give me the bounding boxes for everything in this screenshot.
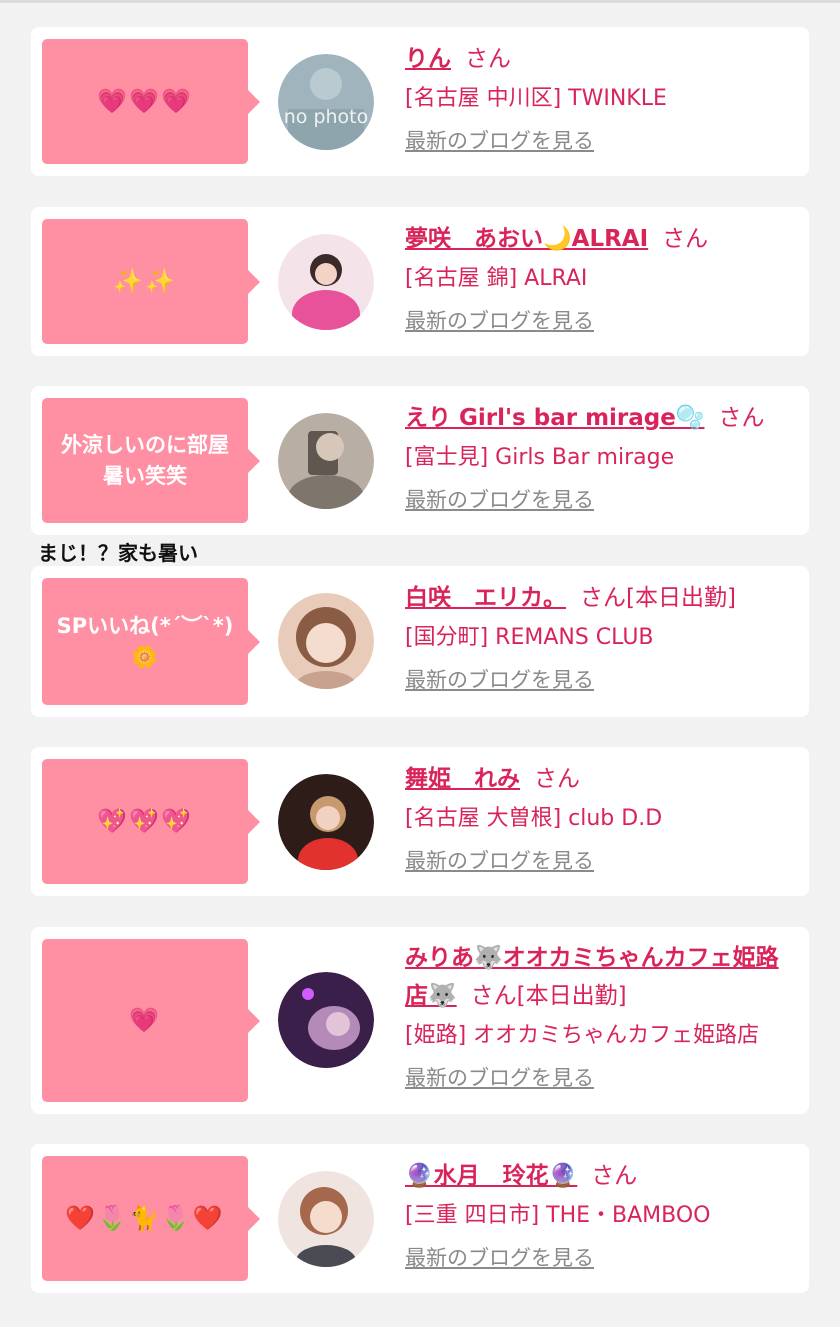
latest-blog-link[interactable]: 最新のブログを見る	[405, 306, 801, 336]
reply-comment: まじ！？家も暑い	[38, 541, 198, 565]
avatar-image	[278, 234, 374, 330]
bubble-text: SPいいね(*´︶`*)🌼	[56, 613, 234, 669]
comment-bubble: ✨✨	[42, 219, 260, 344]
store-info: [名古屋 大曽根] club D.D	[405, 806, 663, 831]
work-status: [本日出勤]	[516, 983, 627, 1009]
blog-card: 外涼しいのに部屋暑い笑笑 えり Girl's bar mirage🫧 さん [富士…	[31, 386, 809, 535]
cast-name-link[interactable]: 🔮水月 玲花🔮	[405, 1163, 577, 1189]
bubble-text: 💗💗💗	[97, 87, 193, 115]
comment-bubble: 💖💖💖	[42, 759, 260, 884]
latest-blog-link[interactable]: 最新のブログを見る	[405, 1063, 801, 1093]
comment-bubble: 💗	[42, 939, 260, 1102]
store-info: [名古屋 中川区] TWINKLE	[405, 86, 667, 111]
cast-name-line: りん さん	[405, 41, 801, 78]
avatar-image	[278, 774, 374, 870]
avatar-image	[278, 593, 374, 689]
avatar[interactable]: no photo	[278, 54, 374, 150]
latest-blog-link[interactable]: 最新のブログを見る	[405, 846, 801, 876]
store-info: [富士見] Girls Bar mirage	[405, 445, 675, 470]
comment-bubble: ❤️🌷🐈🌷❤️	[42, 1156, 260, 1281]
honorific: さん	[580, 585, 626, 611]
work-status: [本日出勤]	[626, 585, 736, 611]
latest-blog-link[interactable]: 最新のブログを見る	[405, 485, 801, 515]
blog-card: ❤️🌷🐈🌷❤️ 🔮水月 玲花🔮 さん [三重 四日市] THE・BAMBOO 最新…	[31, 1144, 809, 1293]
cast-name-line: 🔮水月 玲花🔮 さん	[405, 1158, 801, 1195]
comment-bubble: 💗💗💗	[42, 39, 260, 164]
avatar[interactable]	[278, 972, 374, 1068]
store-info: [名古屋 錦] ALRAI	[405, 266, 588, 291]
comment-bubble: SPいいね(*´︶`*)🌼	[42, 578, 260, 705]
store-info: [国分町] REMANS CLUB	[405, 625, 654, 650]
avatar-image	[278, 54, 374, 150]
avatar[interactable]	[278, 234, 374, 330]
bubble-text: ✨✨	[113, 267, 177, 295]
bubble-text: 💖💖💖	[97, 807, 193, 835]
avatar[interactable]	[278, 413, 374, 509]
blog-card: SPいいね(*´︶`*)🌼 白咲 エリカ。 さん[本日出勤] [国分町] REMA…	[31, 566, 809, 717]
honorific: さん	[591, 1163, 638, 1189]
cast-name-link[interactable]: えり Girl's bar mirage🫧	[405, 405, 704, 431]
avatar-image	[278, 972, 374, 1068]
avatar[interactable]	[278, 1171, 374, 1267]
bubble-text: ❤️🌷🐈🌷❤️	[65, 1204, 225, 1232]
cast-name-line: えり Girl's bar mirage🫧 さん	[405, 400, 801, 437]
cast-name-link[interactable]: 夢咲 あおい🌙ALRAI	[405, 226, 648, 252]
honorific: さん	[718, 405, 765, 431]
honorific: さん	[470, 983, 517, 1009]
blog-card: 💗💗💗 no photo りん さん [名古屋 中川区] TWINKLE 最新のブ…	[31, 27, 809, 176]
cast-name-line: 舞姫 れみ さん	[405, 761, 801, 798]
latest-blog-link[interactable]: 最新のブログを見る	[405, 126, 801, 156]
store-info: [姫路] オオカミちゃんカフェ姫路店	[405, 1023, 760, 1048]
avatar[interactable]	[278, 593, 374, 689]
avatar-image	[278, 1171, 374, 1267]
store-info: [三重 四日市] THE・BAMBOO	[405, 1203, 711, 1228]
cast-name-line: 夢咲 あおい🌙ALRAI さん	[405, 221, 801, 258]
avatar[interactable]	[278, 774, 374, 870]
honorific: さん	[465, 46, 511, 72]
cast-name-line: みりあ🐺オオカミちゃんカフェ姫路店🐺 さん[本日出勤]	[405, 939, 801, 1015]
cast-name-link[interactable]: 白咲 エリカ。	[405, 585, 566, 611]
honorific: さん	[662, 226, 709, 252]
blog-card: ✨✨ 夢咲 あおい🌙ALRAI さん [名古屋 錦] ALRAI 最新のブログを見…	[31, 207, 809, 356]
avatar-placeholder-text: no photo	[283, 106, 369, 128]
cast-name-link[interactable]: 舞姫 れみ	[405, 766, 520, 792]
honorific: さん	[534, 766, 580, 792]
cast-name-line: 白咲 エリカ。 さん[本日出勤]	[405, 580, 801, 617]
latest-blog-link[interactable]: 最新のブログを見る	[405, 665, 801, 695]
top-divider	[0, 0, 840, 3]
blog-card: 💖💖💖 舞姫 れみ さん [名古屋 大曽根] club D.D 最新のブログを見る	[31, 747, 809, 896]
bubble-text: 💗	[129, 1006, 161, 1034]
comment-bubble: 外涼しいのに部屋暑い笑笑	[42, 398, 260, 523]
bubble-text: 外涼しいのに部屋暑い笑笑	[61, 432, 229, 488]
avatar-image	[278, 413, 374, 509]
cast-name-link[interactable]: りん	[405, 46, 451, 72]
blog-card: 💗 みりあ🐺オオカミちゃんカフェ姫路店🐺 さん[本日出勤] [姫路] オオカミちゃ…	[31, 927, 809, 1114]
latest-blog-link[interactable]: 最新のブログを見る	[405, 1243, 801, 1273]
